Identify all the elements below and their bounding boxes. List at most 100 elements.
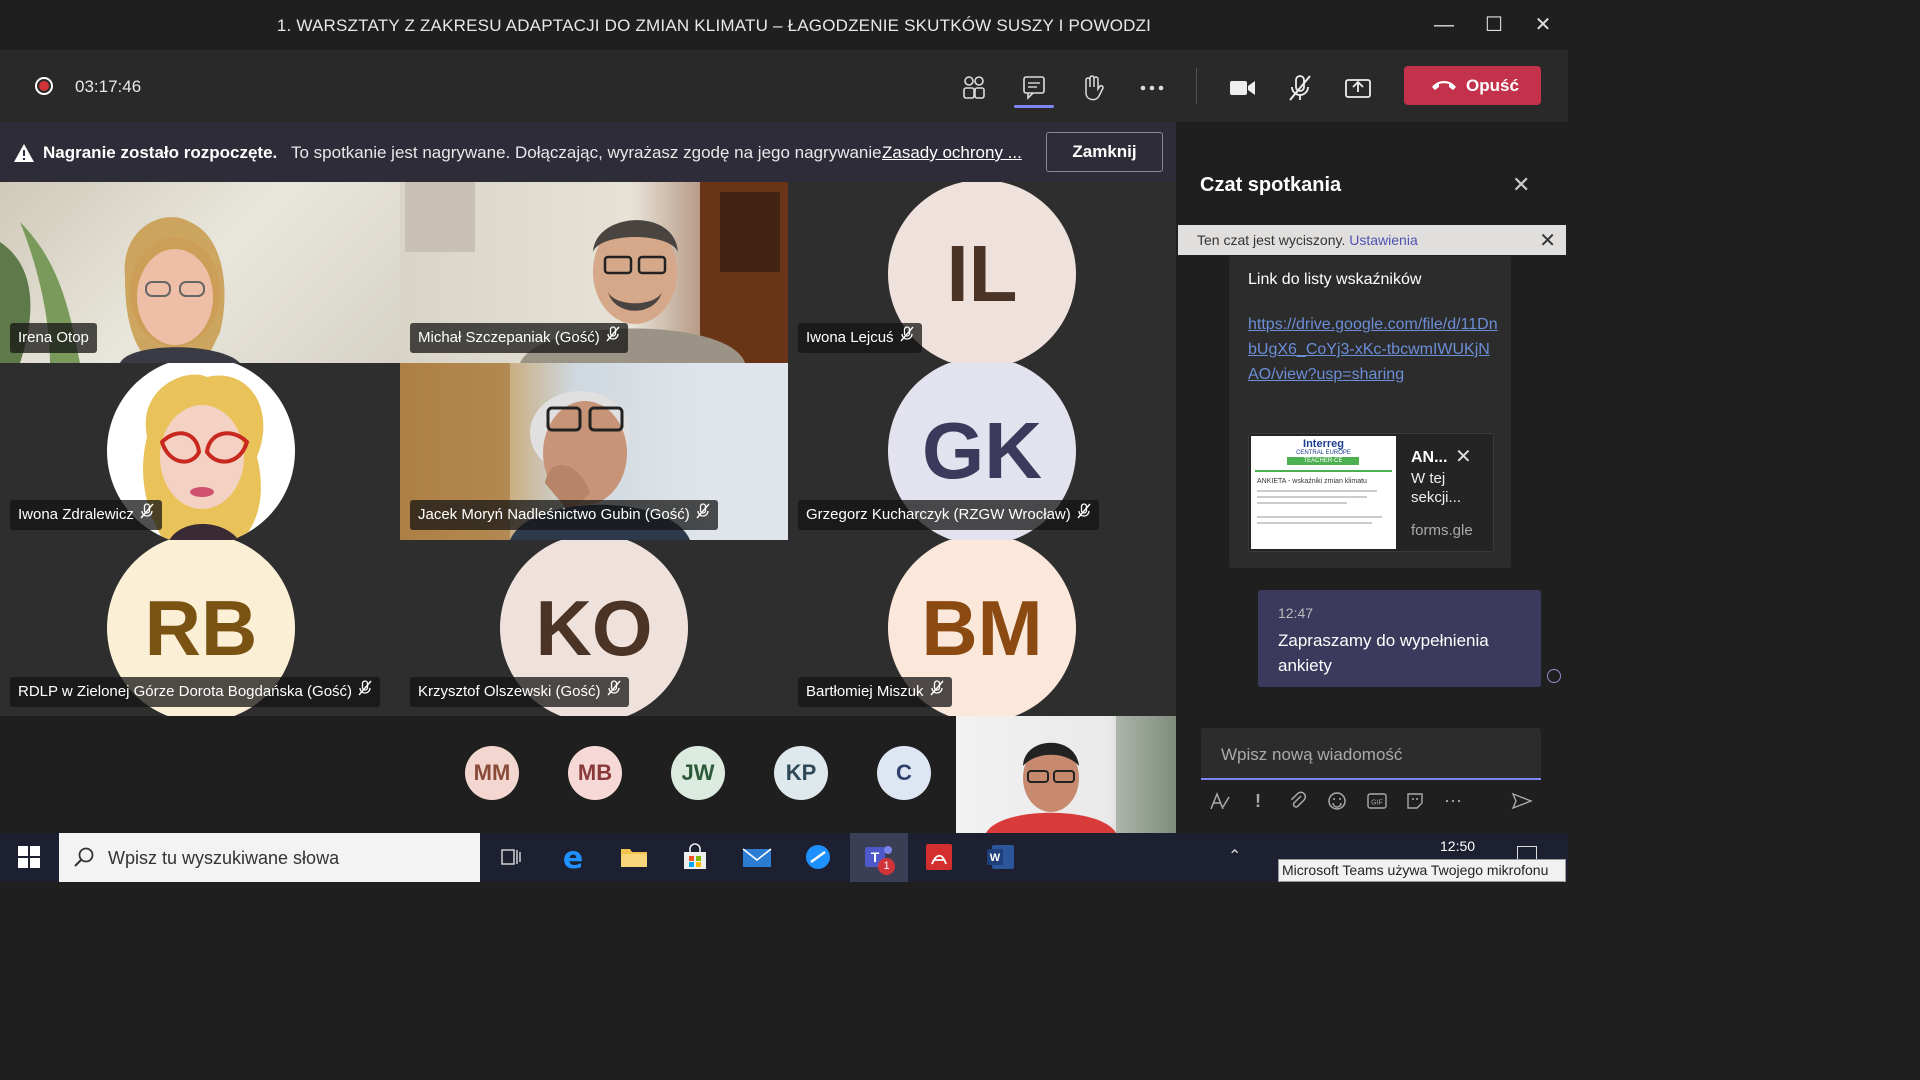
- link-preview-thumbnail: Interreg CENTRAL EUROPE TEACHER-CE ANKIE…: [1251, 436, 1396, 549]
- gif-icon[interactable]: GIF: [1366, 791, 1388, 816]
- avatar-tile-bartlomiej[interactable]: BM Bartłomiej Miszuk: [788, 540, 1176, 716]
- search-placeholder: Wpisz tu wyszukiwane słowa: [108, 848, 340, 868]
- window-title: 1. WARSZTATY Z ZAKRESU ADAPTACJI DO ZMIA…: [276, 16, 1152, 35]
- sticker-icon[interactable]: [1405, 791, 1425, 816]
- participants-icon[interactable]: [956, 70, 992, 106]
- participant-name: Iwona Zdralewicz: [10, 500, 162, 530]
- microphone-muted-icon: [606, 323, 620, 353]
- share-screen-icon[interactable]: [1340, 70, 1376, 106]
- overflow-avatar[interactable]: MM: [465, 746, 519, 800]
- raise-hand-icon[interactable]: [1074, 70, 1110, 106]
- acrobat-icon[interactable]: [922, 840, 956, 874]
- task-view-icon[interactable]: [494, 840, 528, 874]
- more-options-icon[interactable]: [1134, 70, 1170, 106]
- send-icon[interactable]: [1511, 791, 1533, 816]
- video-tile-jacek[interactable]: Jacek Moryń Nadleśnictwo Gubin (Gość): [400, 363, 788, 540]
- message-link[interactable]: https://drive.google.com/file/d/11DnbUgX…: [1248, 312, 1498, 387]
- mail-icon[interactable]: [740, 840, 774, 874]
- message-text: Zapraszamy do wypełnienia ankiety: [1278, 631, 1489, 675]
- minimize-icon[interactable]: —: [1426, 10, 1462, 40]
- browser-app-icon[interactable]: [801, 840, 835, 874]
- participant-name: Iwona Lejcuś: [798, 323, 922, 353]
- message-heading: Link do listy wskaźników: [1248, 271, 1422, 288]
- participant-name-text: Grzegorz Kucharczyk (RZGW Wrocław): [806, 506, 1071, 523]
- microphone-muted-icon: [696, 500, 710, 530]
- preview-thumb-line: [1257, 490, 1377, 492]
- participant-name: Michał Szczepaniak (Gość): [410, 323, 628, 353]
- notification-icon[interactable]: [1517, 846, 1537, 860]
- avatar-tile-iwona-zdralewicz[interactable]: Iwona Zdralewicz: [0, 363, 400, 540]
- overflow-avatar[interactable]: MB: [568, 746, 622, 800]
- leave-label: Opuść: [1466, 76, 1519, 95]
- svg-text:e: e: [563, 841, 583, 874]
- meeting-toolbar: [0, 50, 1568, 122]
- preview-thumb-line: [1257, 522, 1372, 524]
- tray-chevron-icon[interactable]: ⌃: [1228, 846, 1241, 866]
- taskbar-clock[interactable]: 12:50: [1440, 838, 1475, 854]
- emoji-icon[interactable]: [1327, 791, 1347, 816]
- participant-name-text: Michał Szczepaniak (Gość): [418, 329, 600, 346]
- windows-start-icon[interactable]: [18, 846, 40, 873]
- settings-link[interactable]: Ustawienia: [1349, 232, 1417, 248]
- phone-hangup-icon: [1432, 81, 1456, 90]
- title-bar: 1. WARSZTATY Z ZAKRESU ADAPTACJI DO ZMIA…: [0, 0, 1568, 50]
- format-icon[interactable]: [1209, 791, 1231, 816]
- close-chat-icon[interactable]: ✕: [1512, 172, 1530, 198]
- participant-name-text: Iwona Zdralewicz: [18, 506, 134, 523]
- participant-name-text: Iwona Lejcuś: [806, 329, 894, 346]
- store-icon[interactable]: [678, 840, 712, 874]
- preview-thumb-rule: [1255, 470, 1392, 472]
- avatar-tile-iwona-lejcus[interactable]: IL Iwona Lejcuś: [788, 182, 1176, 363]
- avatar-tile-grzegorz[interactable]: GK Grzegorz Kucharczyk (RZGW Wrocław): [788, 363, 1176, 540]
- seen-icon: [1547, 669, 1561, 683]
- participant-name-text: RDLP w Zielonej Górze Dorota Bogdańska (…: [18, 683, 353, 700]
- avatar-tile-krzysztof[interactable]: KO Krzysztof Olszewski (Gość): [400, 540, 788, 716]
- overflow-avatar[interactable]: C: [877, 746, 931, 800]
- participant-name-text: Krzysztof Olszewski (Gość): [418, 683, 601, 700]
- microphone-muted-icon[interactable]: [1282, 70, 1318, 106]
- chat-icon[interactable]: [1016, 70, 1052, 106]
- avatar-tile-dorota[interactable]: RB RDLP w Zielonej Górze Dorota Bogdańsk…: [0, 540, 400, 716]
- video-tile-michal[interactable]: Michał Szczepaniak (Gość): [400, 182, 788, 363]
- camera-icon[interactable]: [1224, 70, 1260, 106]
- preview-domain: forms.gle: [1411, 522, 1473, 539]
- dismiss-notice-icon[interactable]: ✕: [1539, 228, 1556, 253]
- attach-icon[interactable]: [1289, 791, 1307, 816]
- preview-thumb-line: [1257, 516, 1382, 518]
- muted-text: Ten czat jest wyciszony.: [1197, 232, 1346, 248]
- video-tile-irena[interactable]: Irena Otop: [0, 182, 400, 363]
- overflow-avatar[interactable]: KP: [774, 746, 828, 800]
- microphone-muted-icon: [358, 677, 372, 707]
- file-explorer-icon[interactable]: [617, 840, 651, 874]
- preview-title: AN...: [1411, 449, 1448, 466]
- participant-name: Irena Otop: [10, 323, 97, 353]
- important-icon[interactable]: !: [1255, 791, 1261, 812]
- dismiss-banner-button[interactable]: Zamknij: [1046, 132, 1163, 172]
- chat-title: Czat spotkania: [1200, 174, 1342, 196]
- participant-name-text: Jacek Moryń Nadleśnictwo Gubin (Gość): [418, 506, 690, 523]
- participant-name: RDLP w Zielonej Górze Dorota Bogdańska (…: [10, 677, 381, 707]
- maximize-icon[interactable]: ☐: [1476, 10, 1512, 40]
- word-icon[interactable]: W: [984, 840, 1018, 874]
- microphone-muted-icon: [606, 677, 621, 707]
- leave-button[interactable]: Opuść: [1404, 66, 1541, 105]
- preview-thumb-sub: CENTRAL EUROPE: [1296, 450, 1351, 456]
- overflow-avatar[interactable]: JW: [671, 746, 725, 800]
- microphone-tooltip: Microsoft Teams używa Twojego mikrofonu: [1278, 859, 1566, 882]
- privacy-link[interactable]: Zasady ochrony ...: [882, 143, 1022, 163]
- preview-thumb-tag: TEACHER-CE: [1287, 457, 1359, 465]
- interreg-logo: Interreg: [1303, 438, 1344, 450]
- warning-icon: [14, 144, 34, 162]
- banner-title: Nagranie zostało rozpoczęte.: [43, 143, 278, 162]
- chat-active-indicator: [1014, 105, 1054, 108]
- edge-icon[interactable]: e: [556, 840, 590, 876]
- recording-icon: [35, 77, 53, 95]
- remove-preview-icon[interactable]: ✕: [1455, 444, 1472, 469]
- participant-name: Grzegorz Kucharczyk (RZGW Wrocław): [798, 500, 1099, 530]
- close-icon[interactable]: ✕: [1525, 10, 1561, 40]
- participant-name: Jacek Moryń Nadleśnictwo Gubin (Gość): [410, 500, 718, 530]
- participant-name: Krzysztof Olszewski (Gość): [410, 677, 629, 707]
- preview-thumb-line: [1257, 496, 1367, 498]
- meeting-timer: 03:17:46: [75, 77, 142, 96]
- more-icon[interactable]: ⋯: [1444, 791, 1462, 812]
